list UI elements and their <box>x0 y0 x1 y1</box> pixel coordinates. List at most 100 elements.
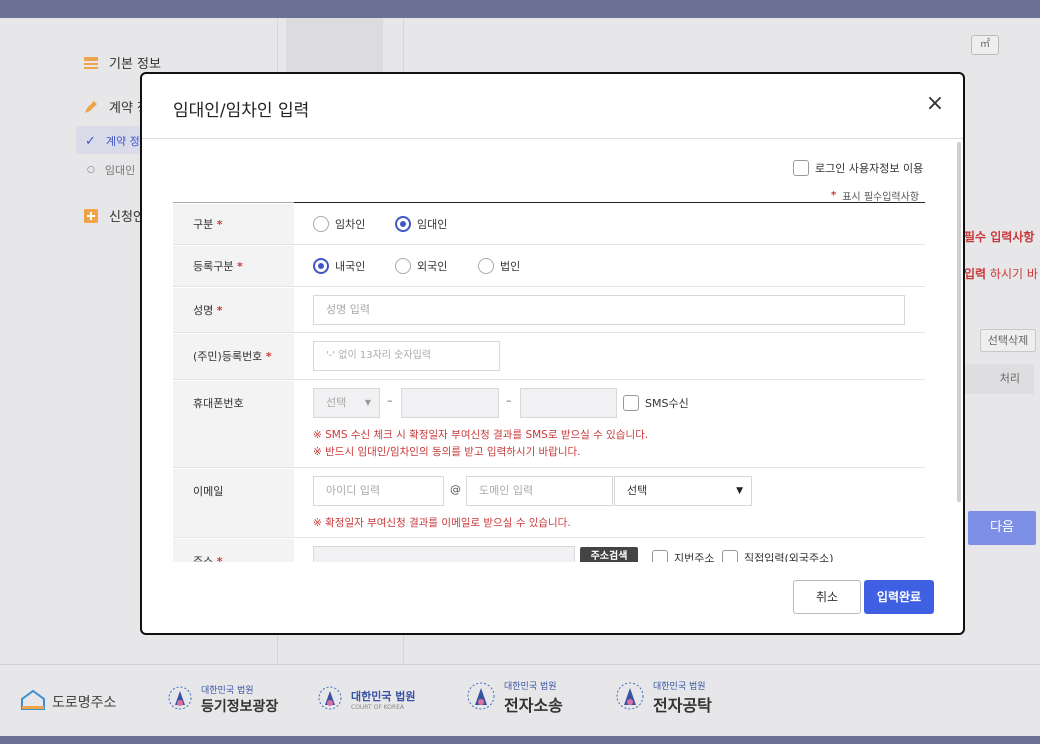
direct-input-option[interactable]: 직접입력(외국주소) <box>722 550 834 562</box>
sidebar-subitem-label: 계약 정 <box>105 135 140 148</box>
input-note-bold: 입력 <box>964 267 987 281</box>
jibun-address-option[interactable]: 지번주소 <box>652 550 714 562</box>
sidebar-item-basic-info[interactable]: 기본 정보 <box>83 53 161 72</box>
form-row-email: 이메일 아이디 입력 @ 도메인 입력 선택 ▼ ※ 확정일자 부여신청 결과를 … <box>173 469 925 538</box>
court-emblem-icon <box>613 679 647 716</box>
footer-logo-label: 등기정보광장 <box>201 699 279 715</box>
dash-separator: – <box>506 394 512 407</box>
radio-option-foreign[interactable]: 외국인 <box>395 258 447 274</box>
email-note: ※ 확정일자 부여신청 결과를 이메일로 받으실 수 있습니다. <box>313 517 571 529</box>
phone-last-input[interactable] <box>520 388 617 418</box>
radio-option-lessee[interactable]: 임차인 <box>313 216 365 232</box>
radio-label: 외국인 <box>417 260 448 273</box>
required-legend: * 표시 필수입력사항 <box>831 188 919 203</box>
address-input[interactable] <box>313 546 575 562</box>
use-login-info-checkbox[interactable] <box>793 160 809 176</box>
column-header-process: 처리 <box>964 364 1034 394</box>
footer-logo-label: 도로명주소 <box>52 694 117 711</box>
field-label: 등록구분 * <box>173 246 294 286</box>
sms-checkbox[interactable] <box>623 395 639 411</box>
input-note: 입력 하시기 바 <box>964 265 1038 282</box>
phone-prefix-select[interactable]: 선택 ▼ <box>313 388 380 418</box>
modal-divider <box>142 138 963 139</box>
radio-option-domestic[interactable]: 내국인 <box>313 258 365 274</box>
radio-button[interactable] <box>395 216 411 232</box>
email-id-input[interactable]: 아이디 입력 <box>313 476 444 506</box>
jibun-label: 지번주소 <box>674 552 715 562</box>
radio-option-corporation[interactable]: 법인 <box>478 258 520 274</box>
footer-logo-registry[interactable]: 대한민국 법원 등기정보광장 <box>165 683 278 716</box>
lessor-lessee-input-modal: 임대인/임차인 입력 × 로그인 사용자정보 이용 * 표시 필수입력사항 구분… <box>140 72 965 635</box>
modal-body: 로그인 사용자정보 이용 * 표시 필수입력사항 구분 * 임차인 임대인 등록… <box>173 154 928 562</box>
dash-separator: – <box>387 394 393 407</box>
form-row-registration-type: 등록구분 * 내국인 외국인 법인 <box>173 246 925 287</box>
form-row-phone: 휴대폰번호 선택 ▼ – – SMS수신 ※ SMS 수신 체크 시 확정일자 부… <box>173 381 925 468</box>
close-icon[interactable]: × <box>924 93 946 116</box>
phone-note: ※ SMS 수신 체크 시 확정일자 부여신청 결과를 SMS로 받으실 수 있… <box>313 429 649 441</box>
chevron-down-icon: ▼ <box>736 486 743 496</box>
form-row-name: 성명 * 성명 입력 <box>173 288 925 333</box>
unit-toggle-button[interactable]: ㎡ <box>971 35 999 55</box>
field-label: 이메일 <box>173 469 294 537</box>
field-label: 휴대폰번호 <box>173 381 294 467</box>
footer-logo-label: 전자소송 <box>504 696 563 715</box>
next-button[interactable]: 다음 <box>968 511 1036 545</box>
use-login-info-label: 로그인 사용자정보 이용 <box>815 162 924 175</box>
radio-button[interactable] <box>478 258 494 274</box>
sidebar-subitem-contract[interactable]: ✓ 계약 정 <box>85 133 140 149</box>
form-row-reg-number: (주민)등록번호 * '-' 없이 13자리 숫자입력 <box>173 334 925 380</box>
sidebar-item-applicant[interactable]: 신청인 <box>83 206 145 225</box>
circle-icon: ○ <box>87 165 95 175</box>
field-label: (주민)등록번호 * <box>173 334 294 379</box>
radio-button[interactable] <box>313 258 329 274</box>
at-sign: @ <box>450 483 461 496</box>
phone-middle-input[interactable] <box>401 388 499 418</box>
modal-scrollbar[interactable] <box>957 142 961 502</box>
cancel-button[interactable]: 취소 <box>793 580 861 614</box>
direct-input-checkbox[interactable] <box>722 550 738 562</box>
required-marker: * <box>831 190 837 201</box>
court-emblem-icon <box>165 683 195 716</box>
form-row-division: 구분 * 임차인 임대인 <box>173 204 925 245</box>
footer-logo-e-litigation[interactable]: 대한민국 법원 전자소송 <box>464 679 563 716</box>
footer-logo-road-address[interactable]: 도로명주소 <box>20 689 116 714</box>
sidebar-subitem-label: 임대인 <box>104 164 136 177</box>
footer-logo-top: 대한민국 법원 <box>504 682 557 692</box>
add-icon <box>83 208 99 224</box>
email-domain-input[interactable]: 도메인 입력 <box>466 476 613 506</box>
modal-title: 임대인/임차인 입력 <box>173 101 310 121</box>
sidebar-item-label: 기본 정보 <box>109 57 161 72</box>
radio-label: 법인 <box>500 260 521 273</box>
sidebar-subitem-lessor[interactable]: ○ 임대인 <box>87 162 135 178</box>
radio-option-lessor[interactable]: 임대인 <box>395 216 447 232</box>
submit-button[interactable]: 입력완료 <box>864 580 934 614</box>
radio-button[interactable] <box>313 216 329 232</box>
jibun-checkbox[interactable] <box>652 550 668 562</box>
footer-logo-sub: COURT OF KOREA <box>351 704 405 711</box>
address-search-button[interactable]: 주소검색 <box>580 547 638 562</box>
chevron-down-icon: ▼ <box>364 398 371 407</box>
background-panel <box>286 18 383 78</box>
house-icon <box>20 689 46 714</box>
radio-label: 임차인 <box>335 218 366 231</box>
required-note: 필수 입력사항 <box>964 230 1035 244</box>
document-icon <box>83 55 99 71</box>
radio-label: 임대인 <box>417 218 448 231</box>
radio-button[interactable] <box>395 258 411 274</box>
use-login-info-option[interactable]: 로그인 사용자정보 이용 <box>793 160 923 176</box>
footer-logo-label: 전자공탁 <box>653 696 712 715</box>
direct-input-label: 직접입력(외국주소) <box>744 552 834 562</box>
field-label: 주소 * <box>173 539 294 562</box>
delete-selected-button[interactable]: 선택삭제 <box>980 329 1036 352</box>
phone-note: ※ 반드시 임대인/임차인의 동의를 받고 입력하시기 바랍니다. <box>313 446 581 458</box>
footer-logo-text: 대한민국 법원 등기정보광장 <box>201 683 278 716</box>
name-input[interactable]: 성명 입력 <box>313 295 905 325</box>
footer-logo-top: 대한민국 법원 <box>653 682 706 692</box>
footer-logo-e-deposit[interactable]: 대한민국 법원 전자공탁 <box>613 679 712 716</box>
footer: 도로명주소 대한민국 법원 등기정보광장 대한민국 법원 COURT OF KO… <box>0 664 1040 736</box>
required-legend-text: 표시 필수입력사항 <box>842 192 920 203</box>
reg-number-input[interactable]: '-' 없이 13자리 숫자입력 <box>313 341 500 371</box>
email-domain-select[interactable]: 선택 ▼ <box>614 476 752 506</box>
footer-logo-court[interactable]: 대한민국 법원 COURT OF KOREA <box>315 683 416 716</box>
sms-receive-option[interactable]: SMS수신 <box>623 395 689 411</box>
